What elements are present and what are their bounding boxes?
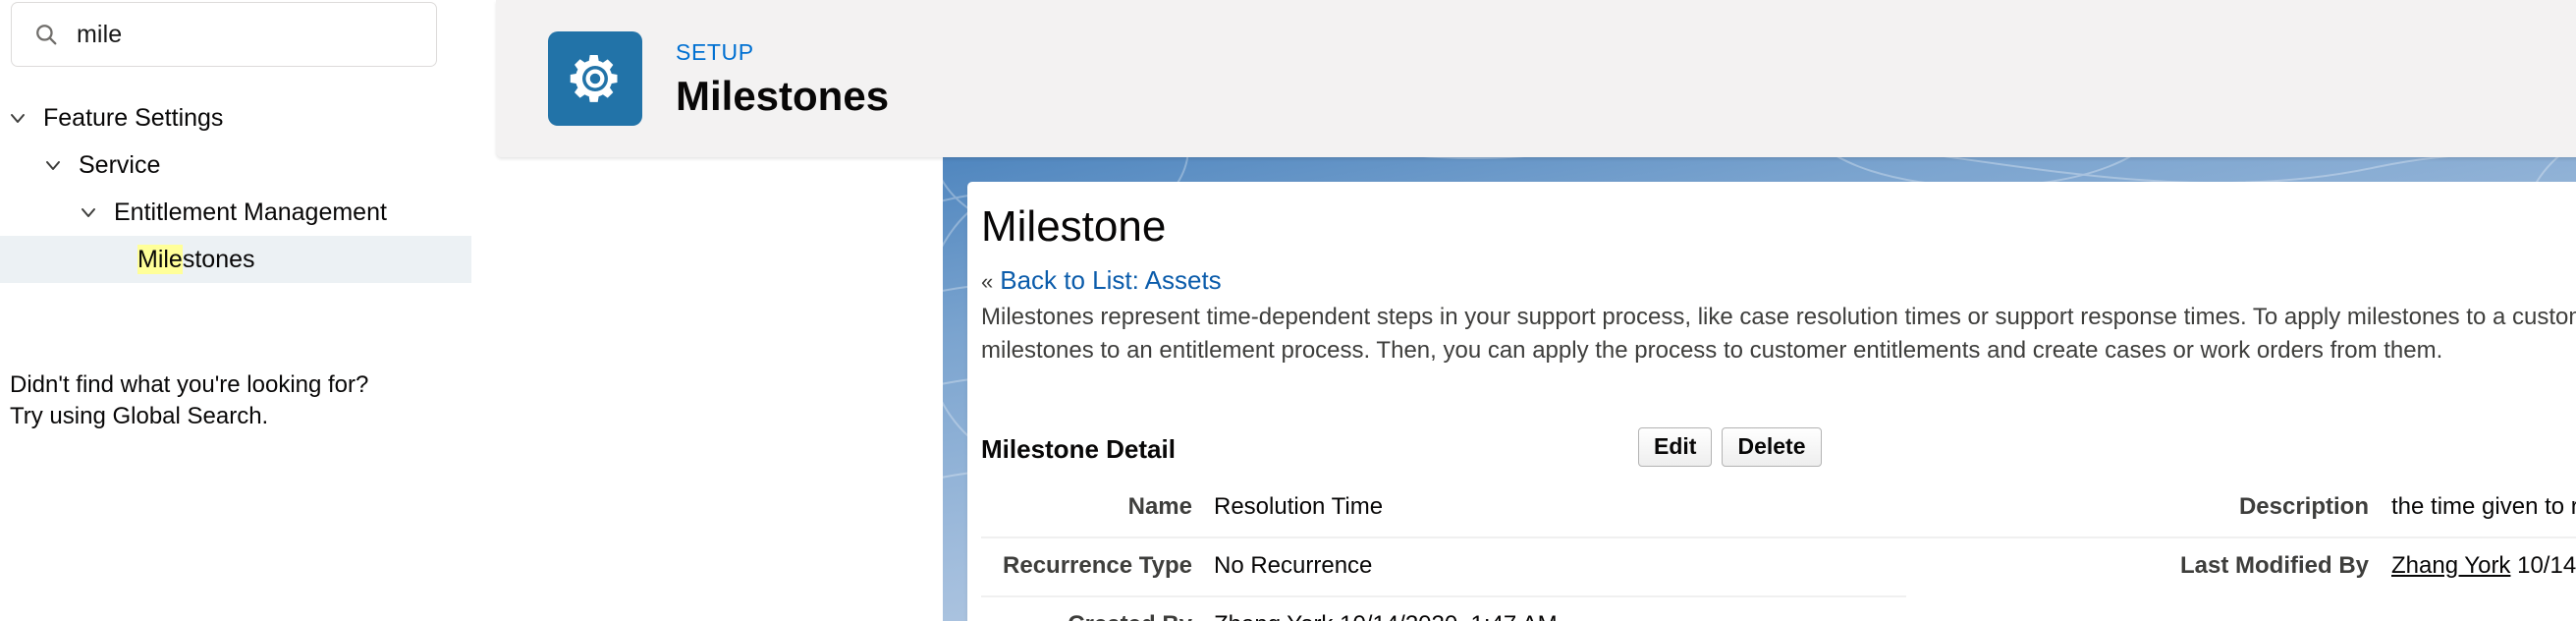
detail-section-header: Milestone Detail Edit Delete <box>981 421 2576 478</box>
field-value: the time given to resolve a customer's i… <box>2391 493 2576 520</box>
setup-header-card: SETUP Milestones <box>496 0 2576 157</box>
sidebar-item-label: Service <box>79 150 161 179</box>
no-match-line2: Try using Global Search. <box>10 403 269 430</box>
field-recurrence-type: Recurrence Type No Recurrence <box>981 538 1906 597</box>
user-link[interactable]: Zhang York <box>2391 552 2510 579</box>
search-input-value: mile <box>77 20 123 48</box>
detail-section-title: Milestone Detail <box>981 433 1176 464</box>
page-title: Milestones <box>676 72 890 119</box>
sidebar-item-entitlement-management[interactable]: Entitlement Management <box>0 189 471 236</box>
setup-page: mile Feature Settings Service Entitlemen… <box>0 0 2576 621</box>
record-title: Milestone <box>981 202 1167 251</box>
back-to-list-link[interactable]: Back to List: Assets <box>1000 265 1221 296</box>
field-value-timestamp: 10/14/2020, 1:47 AM <box>1333 611 1558 621</box>
edit-button[interactable]: Edit <box>1638 427 1713 468</box>
page-description: Milestones represent time-dependent step… <box>981 304 2576 365</box>
chevron-down-icon[interactable] <box>6 106 29 130</box>
chevron-down-icon[interactable] <box>41 153 65 177</box>
field-label: Description <box>2238 493 2369 520</box>
milestone-detail-section: Milestone Detail Edit Delete Name Resolu… <box>981 421 2576 621</box>
detail-row: Recurrence Type No Recurrence Last Modif… <box>981 538 2576 597</box>
field-description: Description the time given to resolve a … <box>1906 480 2576 538</box>
setup-tree: Feature Settings Service Entitlement Man… <box>0 94 471 283</box>
sidebar-item-feature-settings[interactable]: Feature Settings <box>0 94 471 141</box>
field-empty <box>1906 597 2576 621</box>
field-label: Created By <box>981 611 1192 621</box>
field-value-timestamp: 10/14/2020, 1:47 AM <box>2517 552 2576 579</box>
user-link[interactable]: Zhang York <box>1214 611 1333 621</box>
search-highlight: Mile <box>137 244 183 274</box>
field-last-modified-by: Last Modified By Zhang York 10/14/2020, … <box>1906 538 2576 597</box>
quick-find-wrapper: mile <box>11 2 437 67</box>
field-label: Name <box>1127 493 1192 520</box>
field-value: Zhang York 10/14/2020, 1:47 AM <box>2391 552 2576 580</box>
field-created-by: Created By Zhang York 10/14/2020, 1:47 A… <box>981 597 1906 621</box>
sidebar-item-label: Milestones <box>137 244 255 274</box>
setup-sidebar: mile Feature Settings Service Entitlemen… <box>0 0 471 621</box>
setup-eyebrow: SETUP <box>676 38 754 65</box>
search-icon <box>33 22 59 47</box>
field-name: Name Resolution Time <box>981 480 1906 538</box>
field-value: No Recurrence <box>1214 552 1373 579</box>
field-value: Resolution Time <box>1214 493 1384 520</box>
search-input[interactable]: mile <box>11 2 437 67</box>
record-content-card: Help for this Page Milestone « Back to L… <box>967 182 2576 621</box>
sidebar-item-label-rest: stones <box>182 245 255 273</box>
detail-row: Created By Zhang York 10/14/2020, 1:47 A… <box>981 597 2576 621</box>
sidebar-item-service[interactable]: Service <box>0 141 471 189</box>
no-match-line1: Didn't find what you're looking for? <box>10 371 369 398</box>
setup-header-text: SETUP Milestones <box>676 38 890 119</box>
gear-icon <box>548 31 642 126</box>
field-label: Recurrence Type <box>1003 552 1192 579</box>
sidebar-item-label: Entitlement Management <box>114 198 387 226</box>
back-chevron-icon: « <box>981 269 994 294</box>
delete-button[interactable]: Delete <box>1722 427 1822 468</box>
field-value: Zhang York 10/14/2020, 1:47 AM <box>1214 611 1558 621</box>
detail-field-grid: Name Resolution Time Description the tim… <box>981 480 2576 621</box>
chevron-down-icon[interactable] <box>77 200 100 224</box>
breadcrumb: « Back to List: Assets <box>981 265 1222 296</box>
detail-row: Name Resolution Time Description the tim… <box>981 480 2576 538</box>
detail-action-buttons: Edit Delete <box>1638 427 1822 468</box>
sidebar-item-milestones[interactable]: Milestones <box>0 236 471 283</box>
sidebar-item-label: Feature Settings <box>43 103 224 132</box>
no-match-hint: Didn't find what you're looking for? Try… <box>10 369 462 432</box>
setup-main: SETUP Milestones Help for this Page Mile… <box>471 0 2576 621</box>
field-label: Last Modified By <box>2179 552 2369 579</box>
